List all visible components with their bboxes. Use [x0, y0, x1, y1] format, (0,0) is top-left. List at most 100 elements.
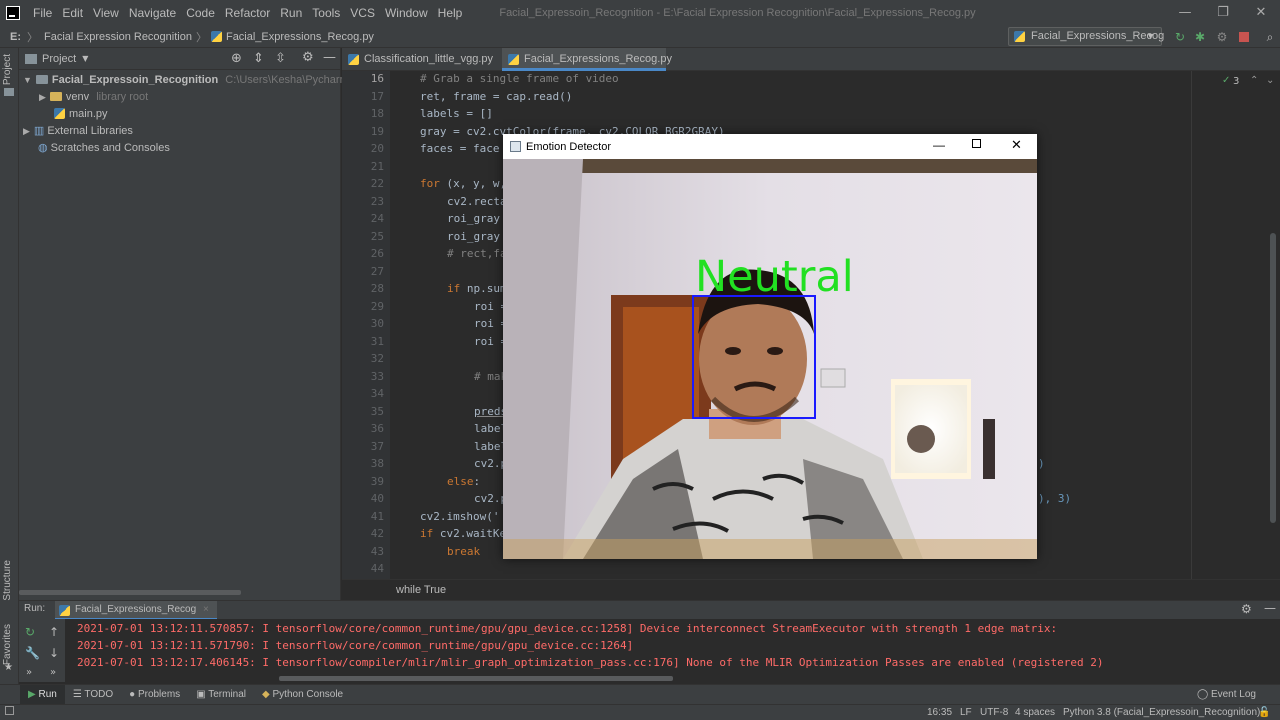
chevron-up-icon[interactable]: ⌃ — [1250, 75, 1258, 86]
minimize-icon[interactable]: — — [1166, 0, 1204, 26]
menu-tools[interactable]: Tools — [307, 0, 345, 26]
menu-edit[interactable]: Edit — [57, 0, 88, 26]
tree-item-project-root[interactable]: ▼ Facial_Expressoin_Recognition C:\Users\… — [23, 72, 388, 89]
debug-icon[interactable]: ✱ — [1192, 29, 1208, 45]
tool-tab-python-console[interactable]: ◆ Python Console — [254, 685, 351, 705]
keyword: for — [420, 177, 440, 190]
hide-panel-icon[interactable]: — — [323, 50, 336, 65]
stop-icon[interactable] — [1236, 29, 1252, 45]
python-file-icon — [348, 54, 359, 65]
horizontal-scrollbar[interactable] — [19, 590, 241, 595]
breadcrumb-file[interactable]: Facial_Expressions_Recog.py — [226, 31, 374, 43]
settings-gear-icon[interactable]: ⚙ — [302, 50, 314, 65]
more-icon[interactable]: » — [26, 667, 32, 678]
rerun-icon[interactable]: ↻ — [25, 625, 35, 639]
menu-navigate[interactable]: Navigate — [124, 0, 181, 26]
hide-panel-icon[interactable]: — — [1264, 601, 1276, 615]
code-line: # Grab a single frame of video — [420, 72, 619, 85]
menu-file[interactable]: File — [28, 0, 57, 26]
tool-tab-event-log[interactable]: ◯ Event Log — [1189, 685, 1264, 705]
line-numbers: 16 17 18 19 20 21 22 23 24 25 26 27 28 2… — [342, 71, 390, 579]
menu-run[interactable]: Run — [275, 0, 307, 26]
search-everywhere-icon[interactable]: ⌕ — [1262, 29, 1278, 45]
run-console[interactable]: 2021-07-01 13:12:11.570857: I tensorflow… — [19, 619, 1280, 682]
line-number: 42 — [370, 527, 384, 540]
popup-title-bar[interactable]: Emotion Detector — ✕ — [503, 134, 1037, 159]
popup-close-icon[interactable]: ✕ — [1011, 137, 1022, 153]
tool-tab-terminal[interactable]: ▣ Terminal — [188, 685, 254, 705]
tool-tab-problems[interactable]: ● Problems — [121, 685, 188, 705]
main-file-label: main.py — [69, 108, 108, 120]
menu-window[interactable]: Window — [380, 0, 433, 26]
close-icon[interactable]: ✕ — [1242, 0, 1280, 26]
tab-facial-expressions-recog[interactable]: Facial_Expressions_Recog.py × — [502, 48, 672, 88]
indent-setting[interactable]: 4 spaces — [1015, 705, 1055, 720]
tab-run-facial-expressions[interactable]: Facial_Expressions_Recog × — [55, 601, 217, 620]
play-icon: ▶ — [28, 688, 39, 700]
arrow-down-icon[interactable]: ↓ — [49, 646, 59, 660]
settings-gear-icon[interactable]: ⚙ — [1241, 602, 1252, 616]
inspection-check-icon[interactable]: ✓ — [1222, 75, 1230, 86]
inspection-count: 3 — [1233, 76, 1240, 87]
tree-item-scratches[interactable]: ◍ Scratches and Consoles — [38, 140, 170, 157]
line-number: 41 — [370, 510, 384, 523]
run-configuration-select[interactable]: Facial_Expressions_Recog ▼ — [1008, 27, 1164, 46]
dropdown-arrow-icon[interactable]: ▼ — [82, 54, 88, 63]
tab-label: Facial_Expressions_Recog.py — [524, 53, 672, 65]
menu-vcs[interactable]: VCS — [345, 0, 380, 26]
console-toolbar: ↻ ↑ 🔧 ↓ » » — [19, 619, 65, 682]
favorites-tool-tab[interactable]: Favorites — [2, 624, 13, 665]
pycharm-logo-icon — [6, 6, 20, 20]
python-interpreter[interactable]: Python 3.8 (Facial_Expressoin_Recognitio… — [1063, 705, 1260, 720]
folder-icon — [49, 92, 62, 101]
console-line: 2021-07-01 13:12:17.406145: I tensorflow… — [77, 656, 1104, 669]
menu-refactor[interactable]: Refactor — [220, 0, 275, 26]
emotion-detector-window[interactable]: Emotion Detector — ✕ Neutral — [503, 134, 1037, 559]
line-number: 26 — [370, 247, 384, 260]
line-number: 36 — [370, 422, 384, 435]
caret-position[interactable]: 16:35 — [927, 705, 952, 720]
line-number: 19 — [370, 125, 384, 138]
toggle-tool-windows-icon[interactable] — [5, 706, 14, 715]
collapse-all-icon[interactable]: ⇳ — [275, 51, 286, 66]
breadcrumb-folder[interactable]: Facial Expression Recognition — [44, 31, 192, 43]
tool-tab-todo[interactable]: ☰ TODO — [65, 685, 121, 705]
file-encoding[interactable]: UTF-8 — [980, 705, 1008, 720]
tool-tab-run-label: Run — [38, 688, 57, 700]
restore-icon[interactable]: ❐ — [1204, 0, 1242, 26]
python-file-icon — [508, 54, 519, 65]
folder-icon — [4, 88, 14, 96]
chevron-right-icon: 〉 — [195, 31, 207, 44]
menu-view[interactable]: View — [88, 0, 124, 26]
vertical-scrollbar[interactable] — [1270, 233, 1276, 523]
project-tool-tab[interactable]: Project — [2, 54, 13, 85]
popup-maximize-icon[interactable] — [972, 139, 981, 148]
menu-help[interactable]: Help — [433, 0, 468, 26]
popup-minimize-icon[interactable]: — — [933, 138, 945, 152]
project-panel-title[interactable]: Project — [42, 53, 76, 65]
tool-tab-run[interactable]: ▶ Run — [20, 684, 65, 705]
tree-item-main-py[interactable]: main.py — [54, 106, 108, 123]
console-line: 2021-07-01 13:12:11.570857: I tensorflow… — [77, 622, 1058, 635]
console-horizontal-scrollbar[interactable] — [279, 676, 673, 681]
expand-all-icon[interactable]: ⇕ — [253, 51, 264, 66]
breadcrumb-drive[interactable]: E: — [10, 31, 21, 43]
structure-tool-tab[interactable]: Structure — [2, 560, 13, 601]
more-icon[interactable]: » — [50, 667, 56, 678]
window-title: Facial_Expressoin_Recognition - E:\Facia… — [499, 7, 976, 19]
locate-icon[interactable]: ⊕ — [231, 51, 242, 66]
arrow-up-icon[interactable]: ↑ — [49, 625, 59, 639]
menu-code[interactable]: Code — [181, 0, 220, 26]
breadcrumb-while-true[interactable]: while True — [396, 584, 446, 596]
chevron-down-icon[interactable]: ⌄ — [1266, 75, 1274, 86]
tree-item-venv[interactable]: ▶ venv library root — [39, 89, 148, 106]
wrench-icon[interactable]: 🔧 — [25, 646, 40, 660]
line-separator[interactable]: LF — [960, 705, 972, 720]
coverage-icon[interactable]: ⚙ — [1214, 29, 1230, 45]
tree-item-external-libraries[interactable]: ▶ ▥ External Libraries — [23, 123, 133, 140]
line-number: 37 — [370, 440, 384, 453]
close-tab-icon[interactable]: × — [203, 604, 209, 615]
lock-icon[interactable]: 🔓 — [1258, 705, 1270, 720]
tab-classification-little-vgg[interactable]: Classification_little_vgg.py × — [342, 48, 502, 88]
rerun-icon[interactable]: ↻ — [1172, 29, 1188, 45]
